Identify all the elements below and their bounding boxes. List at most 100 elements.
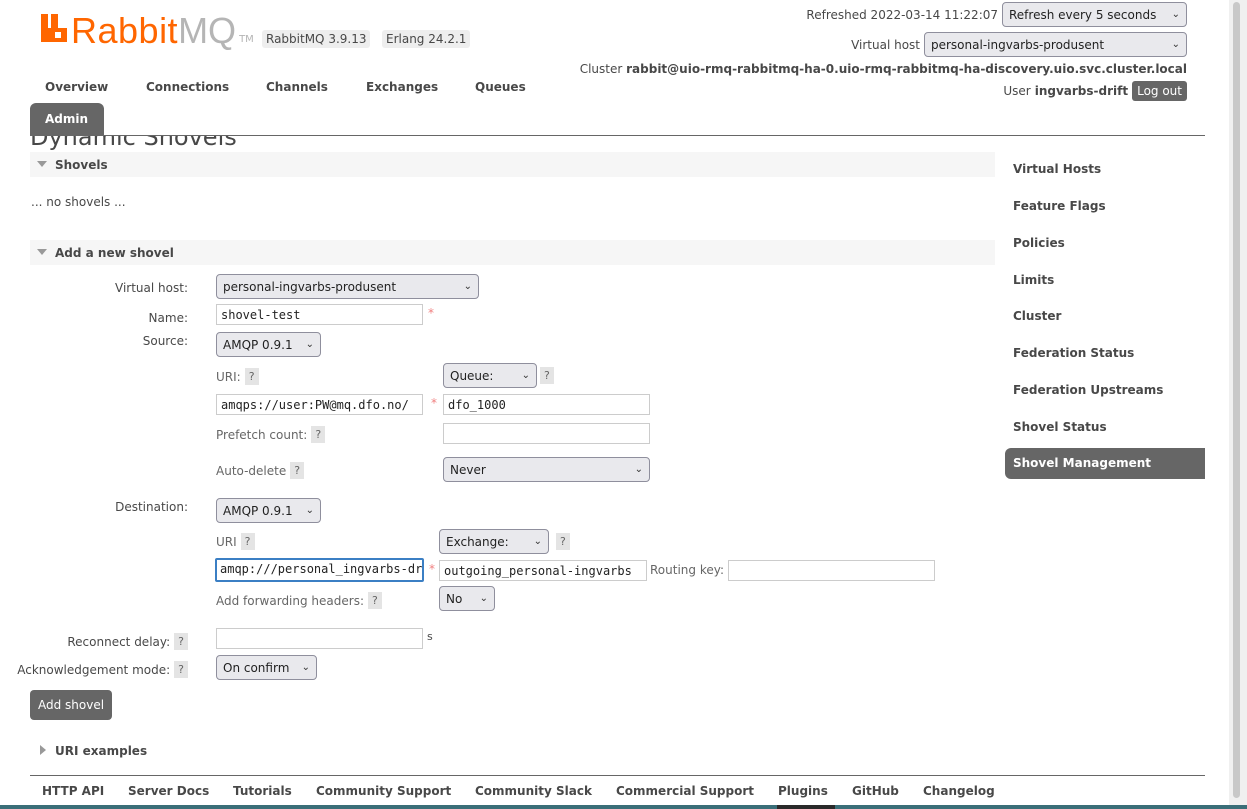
tab-admin[interactable]: Admin xyxy=(30,103,104,135)
help-icon[interactable]: ? xyxy=(290,462,305,479)
sidebar-item-shovel-status[interactable]: Shovel Status xyxy=(1005,412,1205,443)
virtual-host-select-value: personal-ingvarbs-produsent xyxy=(223,279,397,294)
destination-protocol-select[interactable]: AMQP 0.9.1 ⌄ xyxy=(216,498,321,523)
logout-button[interactable]: Log out xyxy=(1132,81,1187,101)
shovels-section-header[interactable]: Shovels xyxy=(30,152,995,177)
source-queue-input[interactable]: dfo_1000 xyxy=(443,394,650,415)
source-protocol-select[interactable]: AMQP 0.9.1 ⌄ xyxy=(216,332,321,357)
destination-label: Destination: xyxy=(115,500,188,514)
chevron-down-icon: ⌄ xyxy=(533,536,542,547)
sidebar-item-virtual-hosts[interactable]: Virtual Hosts xyxy=(1005,154,1205,185)
sidebar-item-users[interactable]: Users xyxy=(1005,135,1205,143)
tab-overview[interactable]: Overview xyxy=(45,80,108,94)
ack-mode-label-group: Acknowledgement mode: ? xyxy=(17,661,188,678)
rabbit-logo-icon xyxy=(41,14,67,42)
footer-link-plugins[interactable]: Plugins xyxy=(778,784,828,798)
help-icon[interactable]: ? xyxy=(174,661,188,678)
sidebar-item-limits[interactable]: Limits xyxy=(1005,265,1205,296)
tab-exchanges[interactable]: Exchanges xyxy=(366,80,438,94)
help-icon[interactable]: ? xyxy=(540,367,554,384)
sidebar-item-feature-flags[interactable]: Feature Flags xyxy=(1005,191,1205,222)
auto-delete-select[interactable]: Never ⌄ xyxy=(443,457,650,482)
add-forwarding-headers-select[interactable]: No ⌄ xyxy=(439,586,495,611)
footer-link-community-slack[interactable]: Community Slack xyxy=(475,784,592,798)
name-input[interactable]: shovel-test xyxy=(216,304,423,325)
prefetch-label-group: Prefetch count: ? xyxy=(216,426,326,443)
source-label: Source: xyxy=(142,334,188,348)
destination-uri-input[interactable]: amqp:///personal_ingvarbs-drift xyxy=(215,558,424,582)
help-icon[interactable]: ? xyxy=(240,533,255,550)
footer-link-commercial-support[interactable]: Commercial Support xyxy=(616,784,754,798)
destination-protocol-value: AMQP 0.9.1 xyxy=(223,503,293,518)
scrollbar-thumb[interactable] xyxy=(1233,2,1240,798)
footer-divider xyxy=(30,775,1205,776)
uri-examples-header[interactable]: URI examples xyxy=(30,738,995,763)
fwd-headers-label-group: Add forwarding headers: ? xyxy=(216,592,382,609)
page: Rabbit MQ TM RabbitMQ 3.9.13 Erlang 24.2.1… xyxy=(0,0,1229,809)
help-icon[interactable]: ? xyxy=(368,592,382,609)
routing-key-input[interactable] xyxy=(728,560,935,581)
logo-text-mq: MQ xyxy=(178,10,237,51)
source-type-select[interactable]: Queue: ⌄ xyxy=(443,363,537,388)
destination-type-value: Exchange: xyxy=(446,534,509,549)
reconnect-delay-input[interactable] xyxy=(216,628,423,649)
ack-mode-value: On confirm xyxy=(223,660,290,675)
footer-link-tutorials[interactable]: Tutorials xyxy=(233,784,292,798)
footer-link-github[interactable]: GitHub xyxy=(852,784,899,798)
help-icon[interactable]: ? xyxy=(174,633,188,650)
sidebar-item-federation-upstreams[interactable]: Federation Upstreams xyxy=(1005,375,1205,406)
version-badge: RabbitMQ 3.9.13 xyxy=(262,30,371,48)
chevron-down-icon: ⌄ xyxy=(479,593,488,604)
erlang-badge: Erlang 24.2.1 xyxy=(382,30,471,48)
page-scrollbar[interactable] xyxy=(1229,0,1247,805)
no-shovels-text: ... no shovels ... xyxy=(31,195,126,209)
virtual-host-select[interactable]: personal-ingvarbs-produsent ⌄ xyxy=(216,274,479,299)
routing-key-label: Routing key: xyxy=(650,563,724,577)
required-marker: * xyxy=(428,306,434,320)
chevron-down-icon: ⌄ xyxy=(463,281,472,292)
tab-connections[interactable]: Connections xyxy=(146,80,229,94)
chevron-down-icon: ⌄ xyxy=(521,370,530,381)
cluster-label: Cluster xyxy=(579,62,623,76)
add-forwarding-headers-label: Add forwarding headers: xyxy=(216,593,364,608)
logo-trademark: TM xyxy=(239,34,254,45)
chevron-down-icon: ⌄ xyxy=(634,464,643,475)
fwd-headers-value: No xyxy=(446,591,463,606)
add-shovel-section-header[interactable]: Add a new shovel xyxy=(30,240,995,265)
chevron-down-icon: ⌄ xyxy=(1171,9,1180,20)
virtual-host-label: Virtual host: xyxy=(115,281,188,295)
help-icon[interactable]: ? xyxy=(244,368,259,385)
chevron-down-icon: ⌄ xyxy=(301,662,310,673)
destination-exchange-input[interactable]: outgoing_personal-ingvarbs xyxy=(439,560,647,581)
prefetch-count-input[interactable] xyxy=(443,423,650,444)
help-icon[interactable]: ? xyxy=(556,533,570,550)
destination-uri-label-group: URI ? xyxy=(216,533,255,550)
cluster-info: Cluster rabbit@uio-rmq-rabbitmq-ha-0.uio… xyxy=(580,62,1187,76)
source-protocol-value: AMQP 0.9.1 xyxy=(223,337,293,352)
sidebar-item-cluster[interactable]: Cluster xyxy=(1005,301,1205,332)
auto-delete-label-group: Auto-delete ? xyxy=(216,462,305,479)
help-icon[interactable]: ? xyxy=(311,426,326,443)
footer-link-server-docs[interactable]: Server Docs xyxy=(128,784,209,798)
os-taskbar-edge xyxy=(0,805,1247,809)
footer-link-changelog[interactable]: Changelog xyxy=(923,784,995,798)
vhost-select[interactable]: personal-ingvarbs-produsent ⌄ xyxy=(924,32,1187,57)
destination-type-select[interactable]: Exchange: ⌄ xyxy=(439,529,549,554)
footer-link-http-api[interactable]: HTTP API xyxy=(42,784,104,798)
sidebar-item-federation-status[interactable]: Federation Status xyxy=(1005,338,1205,369)
sidebar-item-shovel-management[interactable]: Shovel Management xyxy=(1005,448,1205,479)
footer-link-community-support[interactable]: Community Support xyxy=(316,784,451,798)
source-uri-label-group: URI: ? xyxy=(216,368,259,385)
tab-queues[interactable]: Queues xyxy=(475,80,526,94)
destination-uri-label: URI xyxy=(216,534,237,549)
tab-channels[interactable]: Channels xyxy=(266,80,328,94)
expand-triangle-icon xyxy=(40,745,46,755)
logo-text-rabbit: Rabbit xyxy=(71,10,179,51)
sidebar-item-policies[interactable]: Policies xyxy=(1005,228,1205,259)
source-uri-label: URI: xyxy=(216,369,241,384)
add-shovel-button[interactable]: Add shovel xyxy=(30,690,112,720)
rabbitmq-logo[interactable]: Rabbit MQ TM xyxy=(41,10,254,51)
source-uri-input[interactable]: amqps://user:PW@mq.dfo.no/ xyxy=(216,394,423,415)
refresh-interval-select[interactable]: Refresh every 5 seconds ⌄ xyxy=(1002,2,1187,27)
ack-mode-select[interactable]: On confirm ⌄ xyxy=(216,655,317,680)
